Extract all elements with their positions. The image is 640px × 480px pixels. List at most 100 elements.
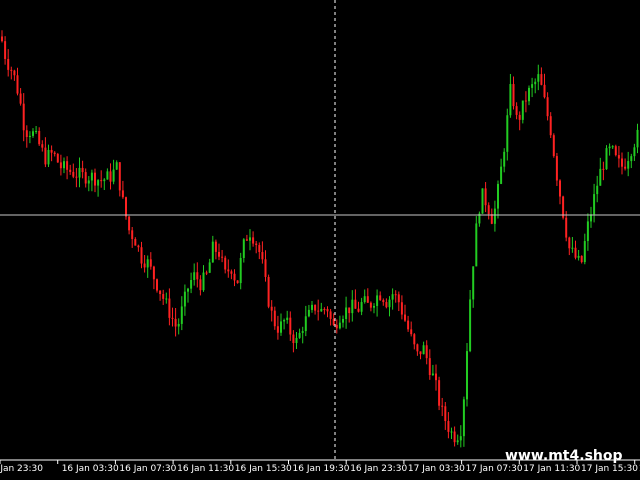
candle-body-bull xyxy=(183,291,186,307)
candle-body-bull xyxy=(320,308,323,312)
candle-body-bear xyxy=(518,114,521,120)
candle-body-bear xyxy=(22,103,25,131)
candle-body-bear xyxy=(621,158,623,167)
candle-body-bull xyxy=(599,168,602,186)
candle-body-bear xyxy=(233,273,236,281)
candle-body-bear xyxy=(555,156,558,181)
candle-body-bull xyxy=(239,257,242,284)
watermark: www.mt4.shop xyxy=(505,448,623,464)
candle-body-bull xyxy=(534,81,537,85)
candle-body-bull xyxy=(583,241,586,263)
candle-body-bear xyxy=(4,41,7,59)
candle-body-bear xyxy=(326,309,329,312)
candle-body-bear xyxy=(552,135,555,157)
candle-body-bear xyxy=(118,162,121,191)
candle-body-bull xyxy=(351,299,354,314)
candle-body-bear xyxy=(100,180,103,182)
candle-body-bear xyxy=(366,296,369,303)
candle-body-bear xyxy=(156,279,158,291)
candle-body-bear xyxy=(221,256,224,258)
candle-body-bull xyxy=(363,296,366,303)
candle-body-bear xyxy=(292,334,295,344)
candle-body-bull xyxy=(180,306,183,324)
candle-body-bull xyxy=(295,337,298,344)
price-chart[interactable]: 16 Jan 23:3016 Jan 03:3016 Jan 07:3016 J… xyxy=(0,0,640,480)
candle-body-bear xyxy=(565,217,568,238)
candle-body-bull xyxy=(475,223,478,267)
candle-body-bear xyxy=(602,168,605,170)
candle-body-bear xyxy=(224,257,227,270)
candle-body-bull xyxy=(531,84,534,88)
candle-body-bear xyxy=(270,306,273,311)
candle-body-bull xyxy=(103,179,106,182)
candle-body-bull xyxy=(90,172,93,181)
candle-body-bull xyxy=(503,151,506,167)
candle-body-bear xyxy=(128,216,131,231)
candle-body-bear xyxy=(580,255,583,263)
candle-body-bear xyxy=(624,166,627,169)
candle-body-bull xyxy=(190,279,193,289)
candle-body-bull xyxy=(307,309,310,317)
candle-body-bull xyxy=(193,272,196,280)
candle-body-bear xyxy=(549,116,552,136)
candle-body-bear xyxy=(317,310,320,312)
candle-body-bear xyxy=(196,272,199,280)
candle-body-bull xyxy=(593,194,596,215)
candle-body-bull xyxy=(311,304,313,310)
candle-body-bear xyxy=(131,230,134,240)
candle-body-bull xyxy=(35,131,38,133)
candle-body-bull xyxy=(47,149,50,165)
candle-body-bear xyxy=(137,245,140,248)
candle-body-bear xyxy=(134,239,137,246)
candle-body-bull xyxy=(242,239,245,258)
candle-body-bear xyxy=(614,146,617,156)
candle-body-bull xyxy=(298,332,301,338)
candle-body-bear xyxy=(413,334,416,345)
candle-body-bull xyxy=(627,161,630,169)
candle-body-bull xyxy=(481,188,484,214)
candle-body-bear xyxy=(50,149,53,153)
candle-body-bear xyxy=(159,290,162,295)
candle-body-bear xyxy=(10,69,13,71)
candle-body-bear xyxy=(379,295,382,301)
candle-body-bear xyxy=(162,294,165,299)
candle-body-bear xyxy=(444,406,447,422)
candle-body-bear xyxy=(236,280,239,284)
candle-body-bear xyxy=(143,263,146,268)
candle-body-bear xyxy=(174,318,177,327)
candle-body-bear xyxy=(218,251,220,257)
candle-body-bear xyxy=(152,266,155,280)
candle-body-bear xyxy=(512,84,515,107)
candle-body-bull xyxy=(462,399,465,437)
candle-body-bull xyxy=(431,373,434,376)
candle-body-bear xyxy=(16,75,19,94)
candle-body-bull xyxy=(509,84,512,116)
candle-body-bear xyxy=(84,172,87,184)
candle-body-bull xyxy=(280,321,282,333)
candle-body-bull xyxy=(636,129,639,148)
candle-body-bull xyxy=(202,272,205,291)
candle-body-bear xyxy=(261,252,264,260)
candle-body-bull xyxy=(493,208,496,224)
candle-body-bear xyxy=(428,358,431,376)
candle-body-bear xyxy=(425,345,428,359)
candle-body-bear xyxy=(400,302,403,315)
candle-body-bear xyxy=(7,58,10,70)
candle-body-bear xyxy=(332,318,335,325)
candle-body-bear xyxy=(267,276,270,307)
candle-body-bear xyxy=(41,144,44,148)
candle-body-bull xyxy=(373,305,375,308)
time-tick-label: 17 Jan 07:30 xyxy=(466,464,523,474)
candle-body-bull xyxy=(497,183,499,209)
candle-body-bear xyxy=(140,247,143,264)
candle-body-bear xyxy=(168,298,171,318)
candle-body-bear xyxy=(66,161,69,170)
candle-body-bear xyxy=(81,167,84,173)
candle-body-bear xyxy=(484,188,487,206)
time-tick-label: 16 Jan 15:30 xyxy=(235,464,292,474)
candle-body-bear xyxy=(171,317,174,319)
candle-body-bear xyxy=(75,176,78,178)
candle-body-bear xyxy=(53,152,56,154)
candle-body-bull xyxy=(32,131,34,136)
candle-body-bull xyxy=(106,171,109,180)
